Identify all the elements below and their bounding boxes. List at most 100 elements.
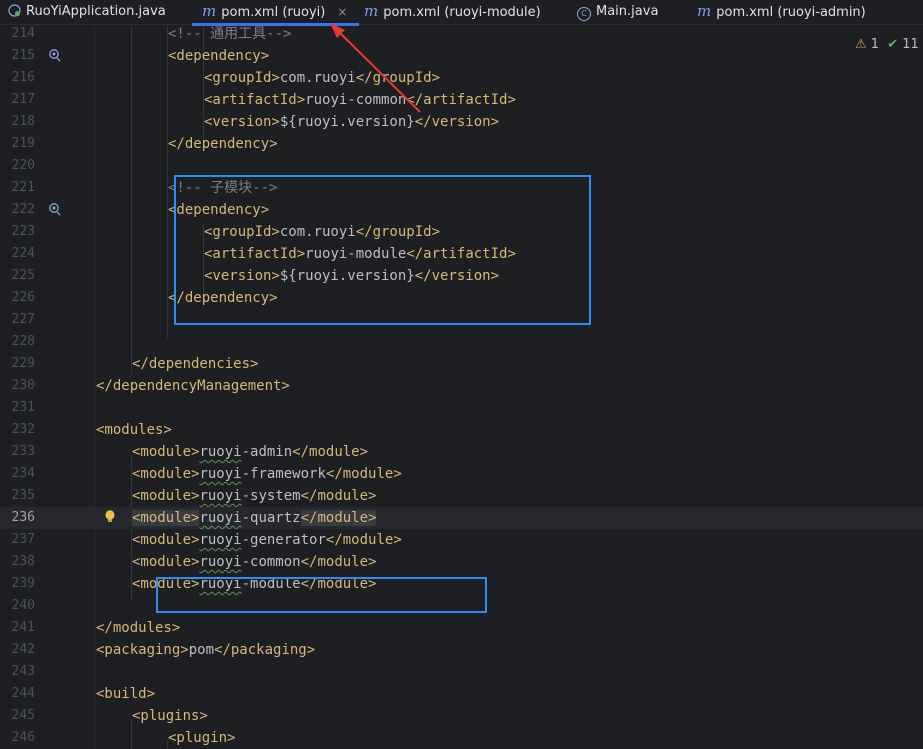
line-number: 225 [11,268,35,283]
dependencymanagement-close: </dependencyManagement> [96,378,290,394]
line-number: 241 [11,620,35,635]
line-number: 232 [11,422,35,437]
line-number: 216 [11,70,35,85]
version: <version>${ruoyi.version}</version> [204,114,500,130]
line-number: 243 [11,664,35,679]
tab-main-java[interactable]: C Main.java [577,0,658,24]
line-number: 220 [11,158,35,173]
code-line-232[interactable]: 232 <modules> [0,419,923,441]
java-class-c-icon: C [577,7,591,21]
annotation-box-ruoyi-module [156,577,487,613]
modules-open: <modules> [96,422,172,438]
line-number: 237 [11,532,35,547]
code-line-218[interactable]: 218 <version>${ruoyi.version}</version> [0,111,923,133]
tab-ruoyiapplication-java[interactable]: RuoYiApplication.java [8,0,166,24]
module: <module>ruoyi-generator</module> [132,532,402,548]
code-line-244[interactable]: 244 <build> [0,683,923,705]
inspection-widget[interactable]: ⚠ 1 ✔ 11 [855,37,919,52]
plugin-open: <plugin> [168,730,236,746]
code-line-238[interactable]: 238 <module>ruoyi-common</module> [0,551,923,573]
line-number: 246 [11,730,35,745]
code-line-214[interactable]: 214 <!-- 通用工具--> [0,23,923,45]
annotation-box-submodule-dependency [174,175,591,325]
code-line-236[interactable]: 236 <module>ruoyi-quartz</module> [0,507,923,529]
plugins-open: <plugins> [132,708,208,724]
maven-m-icon: m [697,2,712,20]
code-line-217[interactable]: 217 <artifactId>ruoyi-common</artifactId> [0,89,923,111]
module: <module>ruoyi-quartz</module> [132,510,377,526]
tab-label: pom.xml (ruoyi-admin) [716,5,866,20]
code-line-243[interactable]: 243 [0,661,923,683]
code-line-242[interactable]: 242 <packaging>pom</packaging> [0,639,923,661]
lightbulb-intention-icon[interactable] [104,509,116,525]
code-line-229[interactable]: 229 </dependencies> [0,353,923,375]
dependencies-close: </dependencies> [132,356,259,372]
line-number: 235 [11,488,35,503]
line-number: 217 [11,92,35,107]
check-icon: ✔ [887,37,899,52]
ok-count: 11 [902,37,919,52]
module: <module>ruoyi-framework</module> [132,466,402,482]
line-number: 227 [11,312,35,327]
line-number: 242 [11,642,35,657]
line-number: 229 [11,356,35,371]
code-line-235[interactable]: 235 <module>ruoyi-system</module> [0,485,923,507]
code-line-219[interactable]: 219 </dependency> [0,133,923,155]
line-number: 222 [11,202,35,217]
dependency-close: </dependency> [168,136,278,152]
dependency-open: <dependency> [168,48,270,64]
code-line-231[interactable]: 231 [0,397,923,419]
maven-m-icon: m [364,2,379,20]
tab-pom-xml-ruoyi[interactable]: m pom.xml (ruoyi) × [192,0,360,26]
code-line-245[interactable]: 245 <plugins> [0,705,923,727]
close-icon[interactable]: × [337,5,347,19]
navigate-to-dependency-icon[interactable] [48,48,62,62]
line-number: 214 [11,26,35,41]
module: <module>ruoyi-admin</module> [132,444,369,460]
navigate-to-dependency-icon[interactable] [48,202,62,216]
line-number: 215 [11,48,35,63]
line-number: 231 [11,400,35,415]
module: <module>ruoyi-common</module> [132,554,377,570]
code-line-234[interactable]: 234 <module>ruoyi-framework</module> [0,463,923,485]
tab-label: pom.xml (ruoyi-module) [383,5,541,20]
warning-icon: ⚠ [855,37,867,52]
line-number: 223 [11,224,35,239]
tab-pom-xml-ruoyi-module[interactable]: m pom.xml (ruoyi-module) [364,0,541,24]
code-line-228[interactable]: 228 [0,331,923,353]
tab-label: pom.xml (ruoyi) [221,5,326,20]
line-number: 233 [11,444,35,459]
code-line-233[interactable]: 233 <module>ruoyi-admin</module> [0,441,923,463]
code-line-215[interactable]: 215 <dependency> [0,45,923,67]
line-number: 218 [11,114,35,129]
code-line-230[interactable]: 230 </dependencyManagement> [0,375,923,397]
code-line-216[interactable]: 216 <groupId>com.ruoyi</groupId> [0,67,923,89]
line-number: 226 [11,290,35,305]
comment: <!-- 通用工具--> [168,26,292,42]
code-editor[interactable]: 214 <!-- 通用工具--> 215 <dependency> 216 <groupI… [0,26,923,749]
line-number: 238 [11,554,35,569]
line-number: 236 [11,510,35,525]
modules-close: </modules> [96,620,181,636]
line-number: 221 [11,180,35,195]
artifactid: <artifactId>ruoyi-common</artifactId> [204,92,516,108]
code-line-237[interactable]: 237 <module>ruoyi-generator</module> [0,529,923,551]
line-number: 228 [11,334,35,349]
editor-tab-bar: RuoYiApplication.java m pom.xml (ruoyi) × … [0,0,923,26]
code-line-220[interactable]: 220 [0,155,923,177]
line-number: 245 [11,708,35,723]
packaging: <packaging>pom</packaging> [96,642,316,658]
line-number: 224 [11,246,35,261]
groupid: <groupId>com.ruoyi</groupId> [204,70,441,86]
code-line-246[interactable]: 246 <plugin> [0,727,923,749]
build-open: <build> [96,686,156,702]
code-line-241[interactable]: 241 </modules> [0,617,923,639]
tab-label: Main.java [596,4,659,19]
maven-m-icon: m [202,2,217,20]
tab-label: RuoYiApplication.java [26,4,166,19]
module: <module>ruoyi-system</module> [132,488,377,504]
line-number: 244 [11,686,35,701]
line-number: 240 [11,598,35,613]
tab-pom-xml-ruoyi-admin[interactable]: m pom.xml (ruoyi-admin) [697,0,866,24]
line-number: 230 [11,378,35,393]
